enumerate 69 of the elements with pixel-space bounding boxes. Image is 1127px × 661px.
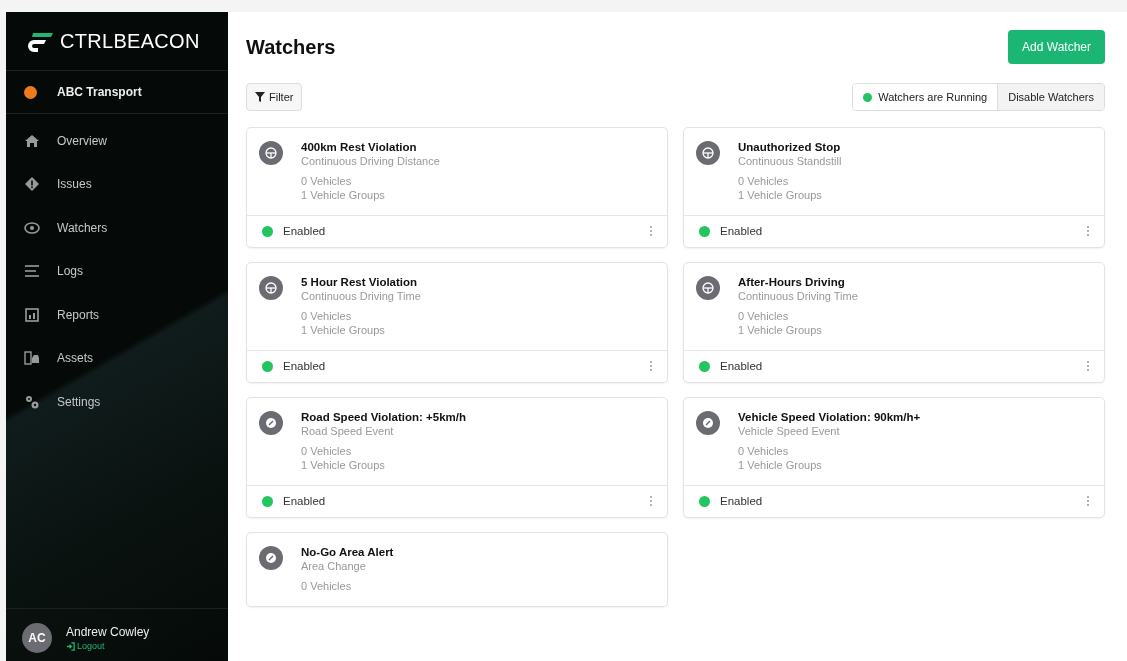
- vehicle-group-count: 1 Vehicle Groups: [738, 459, 823, 471]
- disable-watchers-button[interactable]: Disable Watchers: [997, 84, 1104, 110]
- nav-item[interactable]: Watchers: [6, 206, 228, 250]
- home-icon: [24, 132, 40, 149]
- user-name: Andrew Cowley: [66, 625, 150, 639]
- vehicle-count: 0 Vehicles: [301, 445, 353, 457]
- vehicle-group-count: 1 Vehicle Groups: [301, 324, 386, 336]
- watcher-title: 400km Rest Violation: [301, 141, 418, 153]
- vehicle-count: 0 Vehicles: [301, 310, 353, 322]
- nav-item[interactable]: Logs: [6, 249, 228, 293]
- nav-item[interactable]: Overview: [6, 119, 228, 163]
- vehicle-count: 0 Vehicles: [301, 175, 353, 187]
- watcher-title: Road Speed Violation: +5km/h: [301, 411, 466, 423]
- more-options-icon[interactable]: [1086, 495, 1090, 507]
- more-options-icon[interactable]: [649, 225, 653, 237]
- more-options-icon[interactable]: [1086, 225, 1090, 237]
- vehicle-icon: [24, 350, 40, 367]
- vehicle-group-count: 1 Vehicle Groups: [738, 324, 823, 336]
- vehicle-count: 0 Vehicles: [738, 310, 790, 322]
- steering-wheel-icon: [259, 141, 283, 165]
- watcher-type: Continuous Driving Distance: [301, 155, 440, 167]
- vehicle-group-count: 1 Vehicle Groups: [301, 459, 386, 471]
- steering-wheel-icon: [696, 141, 720, 165]
- watcher-type: Continuous Driving Time: [301, 290, 421, 302]
- user-avatar: AC: [22, 623, 52, 653]
- logout-link[interactable]: Logout: [66, 641, 150, 651]
- more-options-icon[interactable]: [1086, 360, 1090, 372]
- gauge-icon: [259, 546, 283, 570]
- watcher-title: Vehicle Speed Violation: 90km/h+: [738, 411, 921, 423]
- watcher-title: 5 Hour Rest Violation: [301, 276, 419, 288]
- watcher-status: Enabled: [720, 495, 764, 507]
- watcher-type: Vehicle Speed Event: [738, 425, 841, 437]
- watcher-type: Area Change: [301, 560, 367, 572]
- watcher-status: Enabled: [720, 360, 764, 372]
- filter-button[interactable]: Filter: [246, 83, 303, 111]
- lines-icon: [24, 263, 40, 280]
- vehicle-count: 0 Vehicles: [738, 445, 790, 457]
- warning-diamond-icon: [24, 176, 40, 193]
- vehicle-group-count: 1 Vehicle Groups: [738, 189, 823, 201]
- watcher-type: Road Speed Event: [301, 425, 395, 437]
- nav-item[interactable]: Issues: [6, 162, 228, 206]
- gauge-icon: [696, 411, 720, 435]
- steering-wheel-icon: [259, 276, 283, 300]
- vehicle-count: 0 Vehicles: [738, 175, 790, 187]
- watcher-type: Continuous Standstill: [738, 155, 842, 167]
- filter-icon: [255, 92, 265, 102]
- watcher-title: After-Hours Driving: [738, 276, 846, 288]
- watcher-title: Unauthorized Stop: [738, 141, 842, 153]
- more-options-icon[interactable]: [649, 495, 653, 507]
- watcher-status: Enabled: [283, 495, 327, 507]
- logo-text: CTRLBEACON: [60, 30, 200, 53]
- nav-item[interactable]: Assets: [6, 336, 228, 380]
- watcher-status: Enabled: [283, 225, 327, 237]
- settings-icon: [24, 393, 40, 410]
- watcher-type: Continuous Driving Time: [738, 290, 858, 302]
- logout-icon: [66, 641, 75, 651]
- eye-icon: [24, 219, 40, 236]
- watcher-status: Enabled: [283, 360, 327, 372]
- gauge-icon: [259, 411, 283, 435]
- vehicle-group-count: 1 Vehicle Groups: [301, 189, 386, 201]
- watcher-title: No-Go Area Alert: [301, 546, 394, 558]
- watcher-status: Enabled: [720, 225, 764, 237]
- more-options-icon[interactable]: [649, 360, 653, 372]
- nav-item[interactable]: Settings: [6, 380, 228, 424]
- vehicle-count: 0 Vehicles: [301, 580, 353, 592]
- nav-item[interactable]: Reports: [6, 293, 228, 337]
- page-title: Watchers: [246, 35, 336, 59]
- chart-icon: [24, 306, 40, 323]
- steering-wheel-icon: [696, 276, 720, 300]
